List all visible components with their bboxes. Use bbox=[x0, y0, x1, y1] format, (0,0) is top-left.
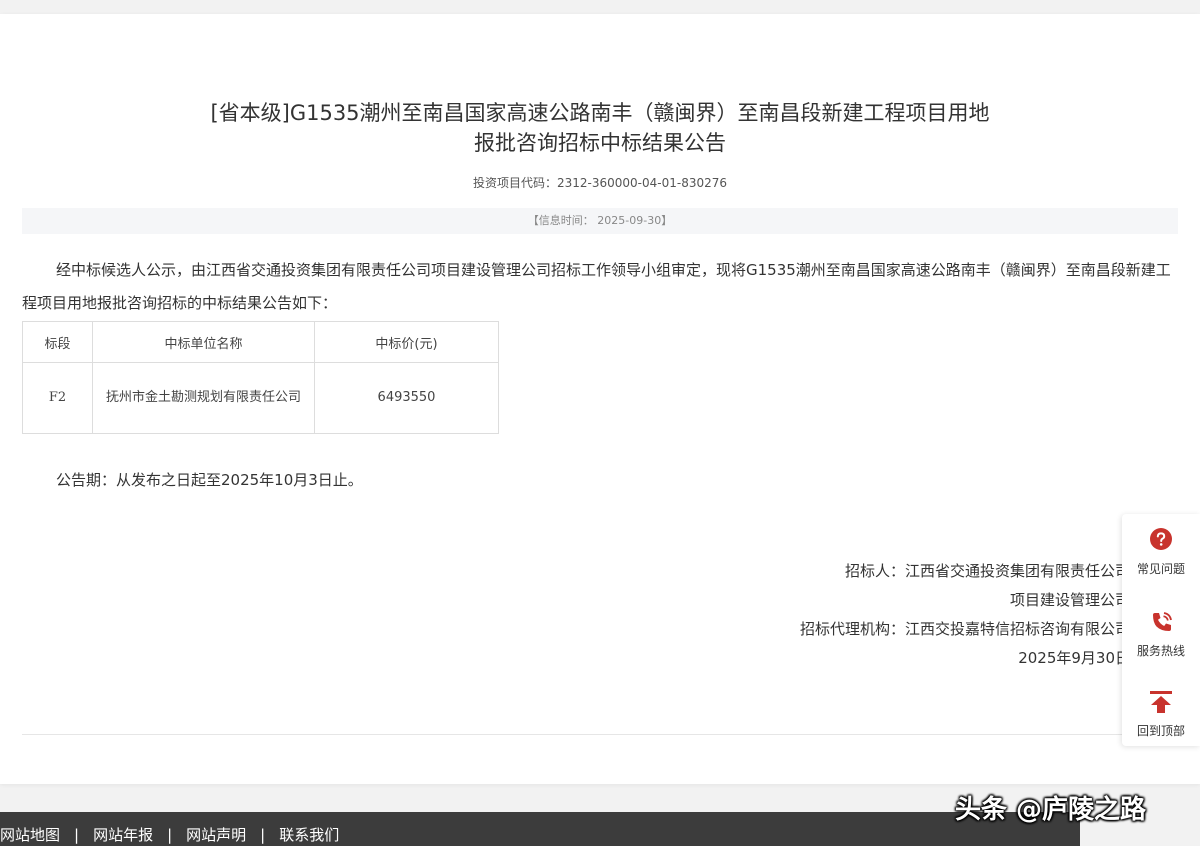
article-title-line2: 报批咨询招标中标结果公告 bbox=[474, 131, 726, 155]
arrow-up-icon bbox=[1150, 691, 1172, 713]
table-cell-company: 抚州市金土勘测规划有限责任公司 bbox=[92, 362, 315, 434]
divider bbox=[22, 734, 1178, 735]
intro-paragraph: 经中标候选人公示，由江西省交通投资集团有限责任公司项目建设管理公司招标工作领导小… bbox=[22, 261, 1171, 312]
project-code: 投资项目代码：2312-360000-04-01-830276 bbox=[472, 176, 728, 190]
table-header-row: 标段 中标单位名称 中标价(元) bbox=[22, 321, 499, 363]
faq-button[interactable]: 常见问题 bbox=[1122, 514, 1200, 584]
footer-separator: | bbox=[167, 826, 173, 844]
footer-links: 网站地图 | 网站年报 | 网站声明 | 联系我们 bbox=[0, 824, 339, 845]
table-row: F2 抚州市金土勘测规划有限责任公司 6493550 bbox=[22, 362, 499, 434]
table-header-cell: 中标单位名称 bbox=[92, 321, 315, 363]
footer-separator: | bbox=[260, 826, 266, 844]
hotline-label: 服务热线 bbox=[1136, 644, 1185, 658]
table-header-cell: 标段 bbox=[22, 321, 93, 363]
phone-icon bbox=[1153, 612, 1172, 631]
announcement-period: 公告期：从发布之日起至2025年10月3日止。 bbox=[56, 471, 363, 489]
footer-link-statement[interactable]: 网站声明 bbox=[186, 826, 246, 844]
hotline-button[interactable]: 服务热线 bbox=[1122, 596, 1200, 666]
signature-agency: 招标代理机构：江西交投嘉特信招标咨询有限公司 bbox=[799, 620, 1130, 638]
info-time-bar: 【信息时间： 2025-09-30】 bbox=[22, 208, 1178, 234]
footer-separator: | bbox=[74, 826, 80, 844]
footer-link-annual-report[interactable]: 网站年报 bbox=[93, 826, 153, 844]
table-header-cell: 中标价(元) bbox=[314, 321, 499, 363]
side-toolbar: 常见问题 服务热线 回到顶部 bbox=[1122, 514, 1200, 746]
signature-tenderer: 招标人：江西省交通投资集团有限责任公司 bbox=[844, 562, 1130, 580]
table-cell-section: F2 bbox=[22, 362, 93, 434]
signature-tenderer-line2: 项目建设管理公司 bbox=[1009, 591, 1130, 609]
faq-label: 常见问题 bbox=[1136, 562, 1185, 576]
site-footer: 网站地图 | 网站年报 | 网站声明 | 联系我们 bbox=[0, 812, 1080, 846]
table-cell-price: 6493550 bbox=[314, 362, 499, 434]
footer-link-contact[interactable]: 联系我们 bbox=[279, 826, 339, 844]
article-card: [省本级]G1535潮州至南昌国家高速公路南丰（赣闽界）至南昌段新建工程项目用地… bbox=[0, 14, 1200, 784]
signature-block: 招标人：江西省交通投资集团有限责任公司 项目建设管理公司 招标代理机构：江西交投… bbox=[660, 557, 1130, 673]
signature-date: 2025年9月30日 bbox=[1018, 649, 1130, 667]
article-title: [省本级]G1535潮州至南昌国家高速公路南丰（赣闽界）至南昌段新建工程项目用地… bbox=[0, 98, 1200, 158]
question-icon bbox=[1150, 528, 1172, 550]
watermark: 头条 @庐陵之路 bbox=[955, 795, 1147, 825]
article-title-line1: [省本级]G1535潮州至南昌国家高速公路南丰（赣闽界）至南昌段新建工程项目用地 bbox=[210, 101, 990, 125]
back-to-top-button[interactable]: 回到顶部 bbox=[1122, 676, 1200, 746]
back-to-top-label: 回到顶部 bbox=[1136, 724, 1185, 738]
footer-link-sitemap[interactable]: 网站地图 bbox=[0, 826, 60, 844]
result-table: 标段 中标单位名称 中标价(元) F2 抚州市金土勘测规划有限责任公司 6493… bbox=[22, 321, 499, 434]
